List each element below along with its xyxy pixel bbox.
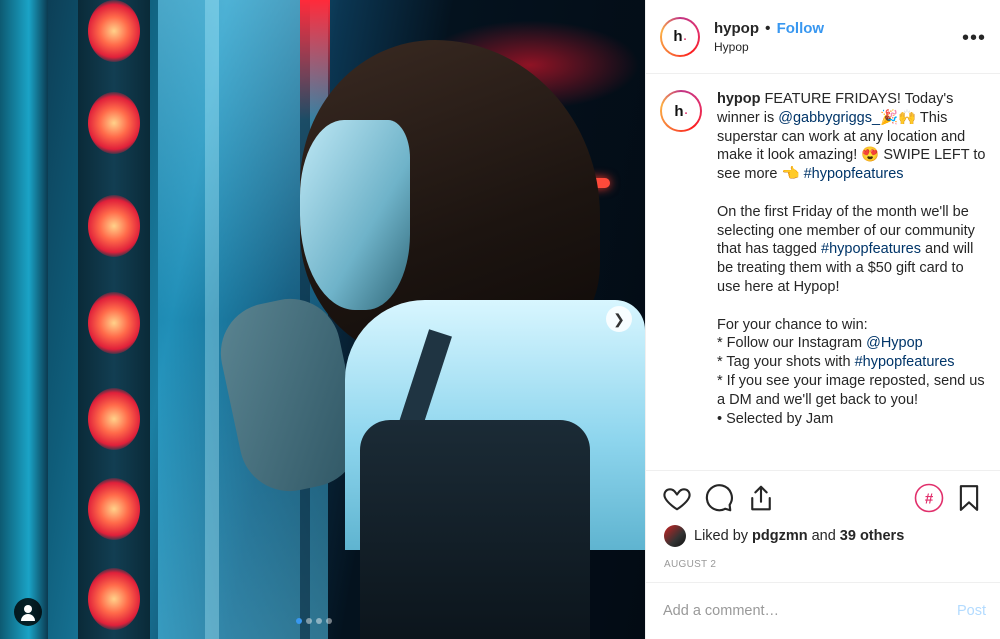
more-options-icon[interactable]: ••• [962, 28, 986, 48]
carousel-dot [306, 618, 312, 624]
hashtag-link[interactable]: #hypopfeatures [821, 241, 921, 257]
heart-icon[interactable] [662, 483, 692, 513]
user-icon [24, 605, 32, 613]
share-icon[interactable] [746, 483, 776, 513]
machine-frame [205, 0, 219, 639]
comment-icon[interactable] [704, 483, 734, 513]
tagged-users-button[interactable] [14, 598, 42, 626]
likes-count-link[interactable]: 39 others [840, 528, 904, 544]
post-side-panel: h hypop • Follow Hypop ••• h hypop FEATU… [645, 0, 1000, 639]
arcade-bulb [88, 92, 140, 154]
liker-username[interactable]: pdgzmn [752, 528, 808, 544]
arcade-bulb [88, 195, 140, 257]
caption-text: hypop FEATURE FRIDAYS! Today's winner is… [717, 91, 986, 427]
hashtag-link[interactable]: #hypopfeatures [804, 166, 904, 182]
hashtag-link[interactable]: #hypopfeatures [855, 354, 955, 370]
arcade-cabinet-edge [0, 0, 48, 639]
post-date[interactable]: AUGUST 2 [664, 559, 716, 570]
svg-text:#: # [925, 491, 934, 508]
person-overalls [360, 420, 590, 639]
next-slide-button[interactable]: ❯ [606, 306, 632, 332]
carousel-dot [316, 618, 322, 624]
post-header: h hypop • Follow Hypop ••• [646, 0, 1000, 74]
mention-link[interactable]: @gabbygriggs_ [778, 110, 880, 126]
avatar[interactable] [664, 525, 686, 547]
post-image[interactable]: ❯ [0, 0, 645, 639]
arcade-bulb [88, 0, 140, 62]
comment-bar: Post [646, 582, 1000, 639]
arcade-bulb [88, 478, 140, 540]
bookmark-icon[interactable] [954, 483, 984, 513]
comment-input[interactable] [663, 603, 957, 619]
follow-button[interactable]: Follow [777, 20, 825, 37]
post-actions: # Liked by pdgzmn and 39 others AUGUST 2 [646, 470, 1000, 580]
arcade-bulb [88, 388, 140, 450]
avatar[interactable]: h [660, 16, 700, 57]
caption: h hypop FEATURE FRIDAYS! Today's winner … [660, 90, 986, 428]
carousel-indicator [296, 618, 332, 624]
carousel-dot [296, 618, 302, 624]
location-link[interactable]: Hypop [714, 40, 824, 54]
person-face [300, 120, 410, 310]
avatar[interactable]: h [660, 90, 702, 132]
likes-summary: Liked by pdgzmn and 39 others [664, 525, 908, 547]
chevron-right-icon: ❯ [613, 311, 625, 327]
caption-username[interactable]: hypop [717, 91, 761, 107]
username-link[interactable]: hypop [714, 20, 759, 37]
carousel-dot [326, 618, 332, 624]
arcade-bulb [88, 568, 140, 630]
mention-link[interactable]: @Hypop [866, 335, 923, 351]
post-comment-button[interactable]: Post [957, 603, 986, 619]
hashtag-icon[interactable]: # [914, 483, 944, 513]
arcade-bulb [88, 292, 140, 354]
